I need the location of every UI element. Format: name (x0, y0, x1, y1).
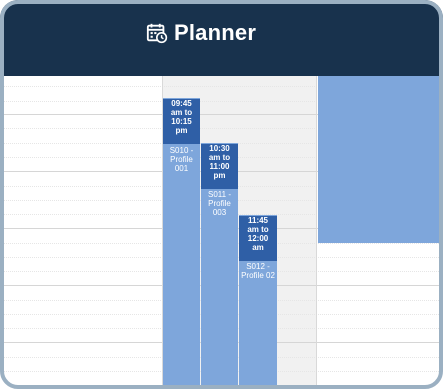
event-1-time[interactable]: 09:45 am to 10:15 pm (163, 99, 200, 144)
planner-header: Planner (0, 0, 443, 76)
event-2-label[interactable]: S011 - Profile 003 (201, 190, 238, 217)
planner-window: Planner 09:45 am to 10:15 pm S010 - Prof… (0, 0, 443, 389)
calendar-grid: 09:45 am to 10:15 pm S010 - Profile 001 … (0, 76, 443, 389)
event-block-next-day[interactable] (318, 76, 443, 243)
day-divider (316, 76, 317, 389)
planner-title-text: Planner (174, 20, 257, 45)
event-1-label[interactable]: S010 - Profile 001 (163, 146, 200, 173)
event-3-time[interactable]: 11:45 am to 12:00 am (239, 216, 277, 261)
planner-title: Planner (146, 18, 256, 48)
event-3-label[interactable]: S012 - Profile 02 (238, 262, 278, 280)
calendar-clock-icon (146, 23, 168, 44)
event-2-time[interactable]: 10:30 am to 11:00 pm (201, 144, 238, 189)
